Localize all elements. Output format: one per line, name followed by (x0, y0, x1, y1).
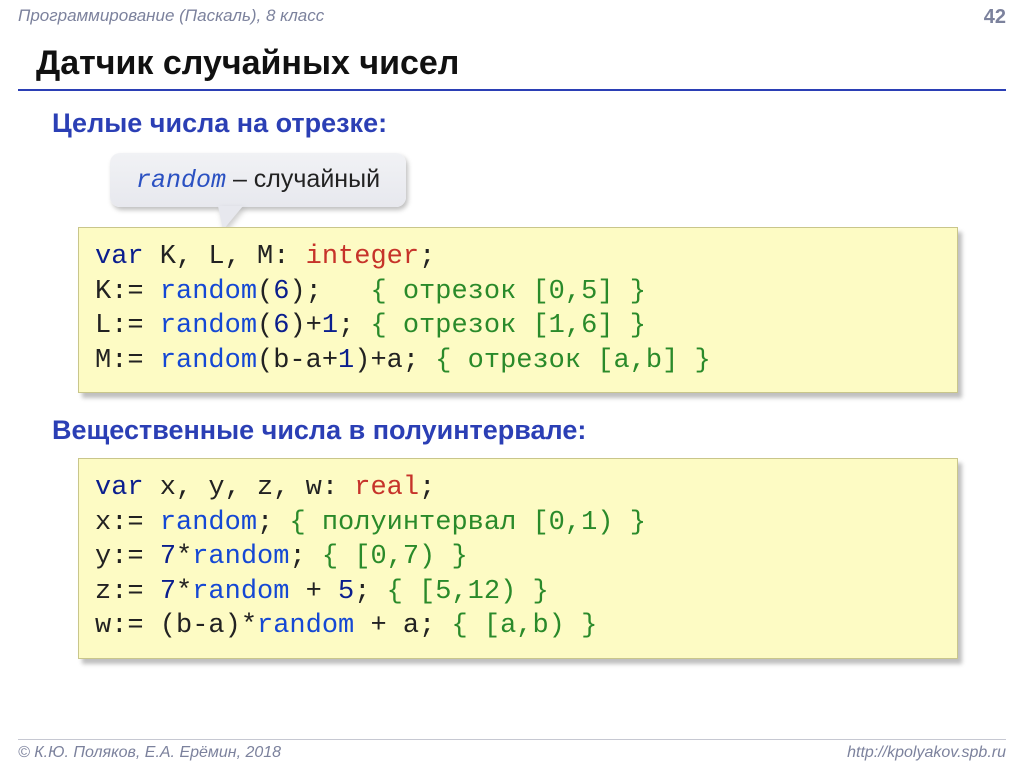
code-num: 6 (273, 311, 289, 341)
code-text: ( (257, 277, 273, 307)
code-type: integer (306, 242, 419, 272)
code-fn: random (192, 577, 289, 607)
code-block-integers: var K, L, M: integer; K:= random(6); { о… (78, 227, 958, 393)
code-text: K, L, M: (144, 242, 306, 272)
code-fn: random (160, 311, 257, 341)
code-text: x, y, z, w: (144, 473, 355, 503)
code-text: ; (338, 311, 370, 341)
code-type: real (354, 473, 419, 503)
page-title: Датчик случайных чисел (36, 44, 459, 83)
footer-bar: © К.Ю. Поляков, Е.А. Ерёмин, 2018 http:/… (18, 739, 1006, 762)
code-text: w:= (b-a)* (95, 611, 257, 641)
callout-keyword: random (136, 166, 226, 195)
code-comment: { полуинтервал [0,1) } (289, 508, 645, 538)
code-kw: var (95, 473, 144, 503)
code-text: z:= (95, 577, 160, 607)
code-fn: random (257, 611, 354, 641)
code-comment: { отрезок [0,5] } (370, 277, 645, 307)
code-text: ; (257, 508, 289, 538)
page-number: 42 (984, 6, 1006, 29)
code-text: (b-a+ (257, 346, 338, 376)
callout-random: random – случайный (110, 153, 406, 207)
code-comment: { [a,b) } (451, 611, 597, 641)
course-label: Программирование (Паскаль), 8 класс (18, 6, 324, 29)
code-text: )+a; (354, 346, 435, 376)
code-text: + (289, 577, 338, 607)
code-fn: random (160, 277, 257, 307)
title-underline (18, 89, 1006, 91)
code-text: + a; (354, 611, 451, 641)
code-text: ; (289, 542, 321, 572)
code-text: )+ (289, 311, 321, 341)
code-num: 7 (160, 577, 176, 607)
footer-authors: © К.Ю. Поляков, Е.А. Ерёмин, 2018 (18, 744, 281, 762)
code-fn: random (192, 542, 289, 572)
code-text: ( (257, 311, 273, 341)
code-kw: var (95, 242, 144, 272)
code-num: 7 (160, 542, 176, 572)
code-text: M:= (95, 346, 160, 376)
code-comment: { отрезок [a,b] } (435, 346, 710, 376)
code-text: y:= (95, 542, 160, 572)
code-text: ; (419, 242, 435, 272)
code-text: K:= (95, 277, 160, 307)
slide: Программирование (Паскаль), 8 класс 42 Д… (0, 0, 1024, 768)
code-comment: { отрезок [1,6] } (370, 311, 645, 341)
code-num: 1 (322, 311, 338, 341)
code-num: 1 (338, 346, 354, 376)
code-text: * (176, 577, 192, 607)
subtitle-reals: Вещественные числа в полуинтервале: (52, 415, 586, 446)
code-num: 6 (273, 277, 289, 307)
code-text: ; (419, 473, 435, 503)
code-text: * (176, 542, 192, 572)
callout-text: – случайный (226, 165, 380, 193)
subtitle-integers: Целые числа на отрезке: (52, 108, 387, 139)
footer-url: http://kpolyakov.spb.ru (847, 744, 1006, 762)
code-comment: { [0,7) } (322, 542, 468, 572)
code-comment: { [5,12) } (387, 577, 549, 607)
code-block-reals: var x, y, z, w: real; x:= random; { полу… (78, 458, 958, 659)
code-text: ); (289, 277, 370, 307)
code-text: ; (354, 577, 386, 607)
code-text: L:= (95, 311, 160, 341)
code-fn: random (160, 508, 257, 538)
header-bar: Программирование (Паскаль), 8 класс 42 (18, 6, 1006, 29)
code-fn: random (160, 346, 257, 376)
code-text: x:= (95, 508, 160, 538)
code-num: 5 (338, 577, 354, 607)
